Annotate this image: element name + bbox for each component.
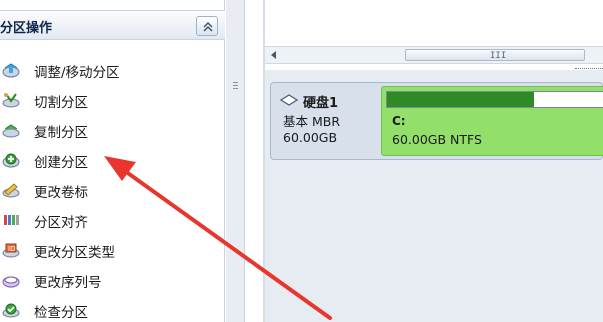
thumb-grip-icon: III: [490, 51, 507, 61]
check-icon: [2, 303, 20, 318]
usage-bar: [386, 91, 603, 108]
chevron-up-double-icon: [203, 22, 213, 32]
op-label: 更改卷标: [34, 185, 88, 201]
partition-info: 60.00GB NTFS: [392, 132, 482, 147]
svg-text:ID: ID: [8, 245, 15, 253]
op-label: 切割分区: [34, 95, 88, 111]
op-change-label[interactable]: 更改卷标: [0, 175, 225, 205]
op-change-serial-number[interactable]: 更改序列号: [0, 265, 225, 295]
panel-splitter[interactable]: [226, 0, 245, 322]
disk-size: 60.00GB: [283, 130, 338, 145]
operations-list: 调整/移动分区 切割分区 复制分区 创建分区 更改卷标 分区对齐 ID 更改分区…: [0, 55, 225, 322]
create-icon: [2, 153, 20, 168]
disk-map-area: III 硬盘1 基本 MBR 60.00GB C: 60.00GB NTFS: [265, 0, 603, 322]
op-label: 创建分区: [34, 155, 88, 171]
op-create-partition[interactable]: 创建分区: [0, 145, 225, 175]
op-label: 复制分区: [34, 125, 88, 141]
op-label: 检查分区: [34, 305, 88, 321]
op-label: 分区对齐: [34, 215, 88, 231]
disk-name: 硬盘1: [303, 96, 339, 111]
op-label: 调整/移动分区: [34, 65, 120, 81]
partition-letter: C:: [392, 114, 406, 128]
dotted-separator: [575, 65, 603, 69]
split-icon: [2, 93, 20, 108]
panel-title: 分区操作: [0, 21, 53, 36]
splitter-grip-icon: [233, 82, 238, 94]
op-label: 更改序列号: [34, 275, 102, 291]
scroll-left-arrow-icon[interactable]: [267, 49, 281, 61]
op-copy-partition[interactable]: 复制分区: [0, 115, 225, 145]
disk-info: 硬盘1 基本 MBR 60.00GB: [279, 91, 379, 145]
panel-header: 分区操作: [0, 10, 225, 40]
align-icon: [4, 215, 19, 225]
partition-operations-panel: 分区操作 调整/移动分区 切割分区 复制分区 创建分区 更改卷标 分区对齐 ID…: [0, 0, 225, 322]
op-change-partition-type[interactable]: ID 更改分区类型: [0, 235, 225, 265]
usage-fill: [387, 92, 534, 107]
disk-type: 基本 MBR: [283, 114, 341, 129]
hard-disk-icon: [279, 94, 299, 106]
horizontal-scrollbar[interactable]: III: [265, 46, 603, 64]
collapse-button[interactable]: [196, 16, 218, 36]
scrollbar-thumb[interactable]: III: [405, 49, 585, 61]
label-icon: [2, 183, 20, 198]
change-type-icon: ID: [2, 243, 20, 258]
copy-icon: [2, 124, 20, 138]
resize-move-icon: [2, 63, 20, 78]
op-split-partition[interactable]: 切割分区: [0, 85, 225, 115]
partition-c[interactable]: C: 60.00GB NTFS: [381, 86, 603, 156]
op-resize-move-partition[interactable]: 调整/移动分区: [0, 55, 225, 85]
disk-card[interactable]: 硬盘1 基本 MBR 60.00GB C: 60.00GB NTFS: [270, 82, 603, 160]
disk-list: 硬盘1 基本 MBR 60.00GB C: 60.00GB NTFS: [265, 70, 603, 322]
op-align-partition[interactable]: 分区对齐: [0, 205, 225, 235]
op-label: 更改分区类型: [34, 245, 115, 261]
op-check-partition[interactable]: 检查分区: [0, 295, 225, 322]
serial-icon: [2, 276, 20, 288]
